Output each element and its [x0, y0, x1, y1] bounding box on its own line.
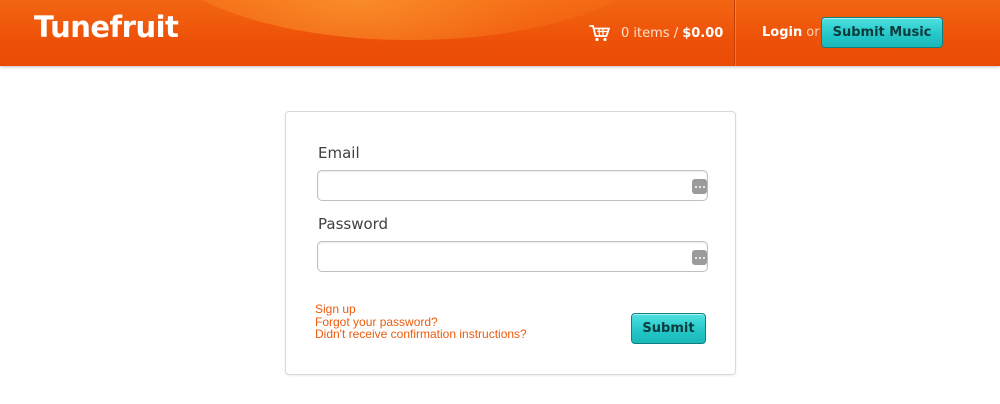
submit-button[interactable]: Submit [631, 313, 706, 344]
login-or-text: or [806, 25, 820, 40]
cart-summary[interactable]: 0 items / $0.00 [589, 22, 723, 44]
header-divider [734, 0, 735, 66]
more-dots-icon[interactable] [692, 179, 707, 194]
cart-separator: / [673, 25, 679, 41]
password-field[interactable] [318, 242, 707, 271]
site-header: Tunefruit 0 items / $0.00 Login or Submi… [0, 0, 1000, 66]
more-dots-icon[interactable] [692, 250, 707, 265]
cart-total: $0.00 [682, 25, 724, 41]
auth-links: Sign up Forgot your password? Didn't rec… [315, 303, 527, 341]
cart-item-count: 0 items [621, 25, 670, 41]
password-field-wrapper [317, 241, 708, 272]
confirmation-instructions-link[interactable]: Didn't receive confirmation instructions… [315, 328, 527, 341]
email-field[interactable] [318, 171, 707, 200]
submit-music-button[interactable]: Submit Music [821, 17, 943, 48]
login-link[interactable]: Login [762, 25, 802, 40]
password-label: Password [318, 215, 389, 233]
login-area: Login or [762, 25, 820, 40]
email-label: Email [318, 144, 360, 162]
cart-text: 0 items / $0.00 [621, 26, 723, 41]
sign-up-link[interactable]: Sign up [315, 303, 527, 316]
login-panel: Email Password Sign up Forgot your passw… [285, 111, 736, 375]
site-logo[interactable]: Tunefruit [34, 10, 179, 44]
cart-icon [589, 25, 610, 42]
email-field-wrapper [317, 170, 708, 201]
